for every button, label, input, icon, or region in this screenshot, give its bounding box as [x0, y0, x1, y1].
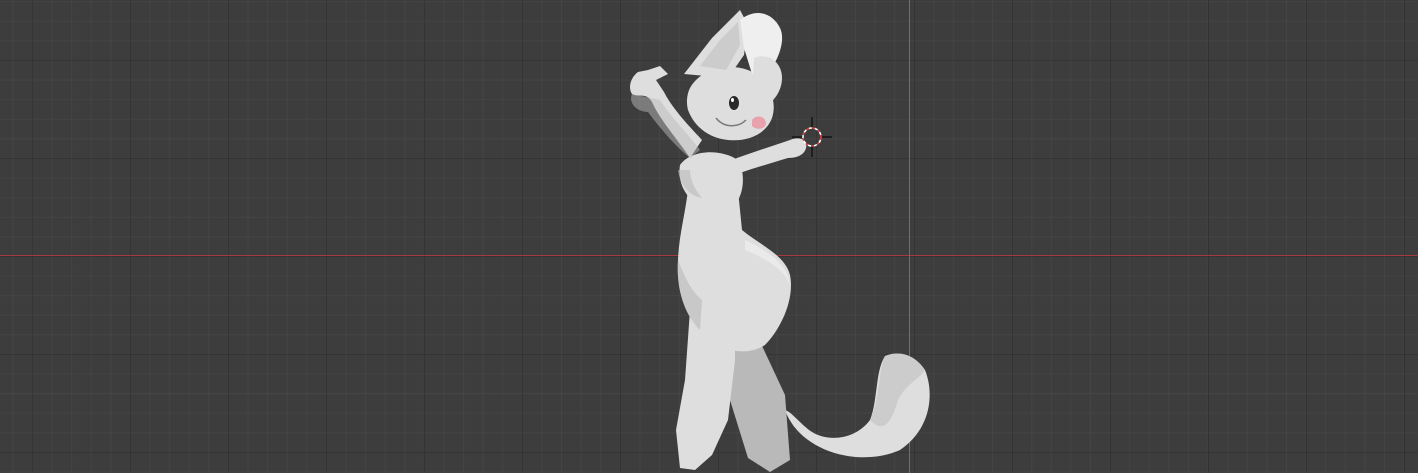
cat-hair-tuft — [752, 56, 782, 108]
cat-eye-shine — [731, 98, 734, 102]
cat-eye — [729, 96, 739, 110]
scene — [630, 10, 930, 472]
3d-viewport[interactable] — [0, 0, 1418, 473]
cat-model[interactable] — [630, 10, 930, 472]
